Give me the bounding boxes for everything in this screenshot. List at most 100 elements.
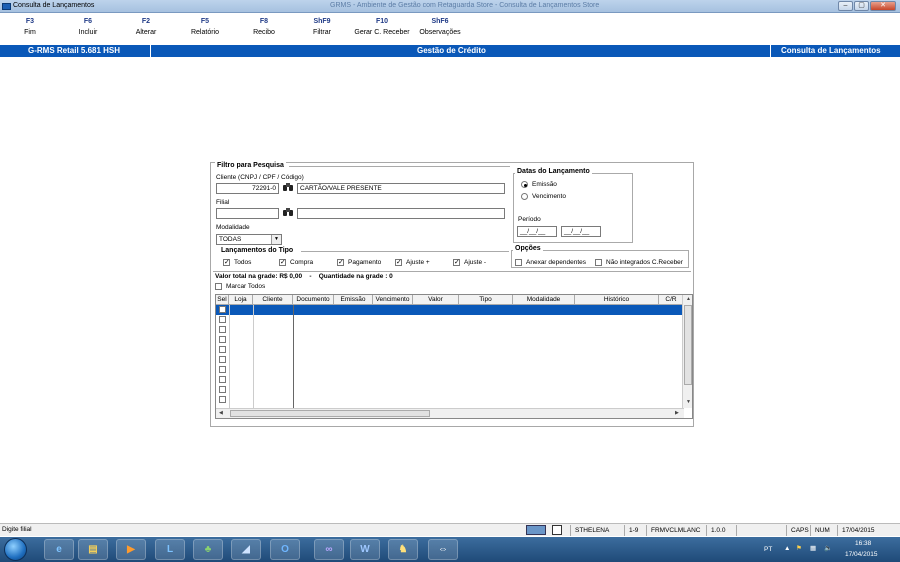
emissao-radio[interactable]: Emissão <box>521 181 557 188</box>
volume-icon[interactable]: 🔈 <box>824 544 832 552</box>
media-player-icon[interactable]: ▶ <box>116 539 146 560</box>
table-row[interactable] <box>216 325 684 335</box>
header-divider <box>770 45 771 57</box>
client-code-input[interactable]: 72291-0 <box>216 183 279 194</box>
teamviewer-icon[interactable]: ⇔ <box>428 539 458 560</box>
summary-separator: - <box>309 273 312 280</box>
scroll-right-icon[interactable]: ▶ <box>675 410 679 416</box>
gerar-c-receber-button[interactable]: F10 Gerar C. Receber <box>352 18 412 36</box>
network-icon[interactable]: ▦ <box>810 544 816 552</box>
row-checkbox[interactable] <box>219 386 226 393</box>
binoculars-icon[interactable] <box>282 208 294 218</box>
period-end-input[interactable]: __/__/__ <box>561 226 601 237</box>
checkbox-label: Todos <box>234 259 252 266</box>
lancamentos-grid[interactable]: Sel Loja Cliente Documento Emissão Venci… <box>215 294 693 419</box>
table-row[interactable] <box>216 375 684 385</box>
tipo-pagamento-checkbox[interactable]: ✓ Pagamento <box>337 259 381 266</box>
scroll-down-icon[interactable]: ▼ <box>686 399 691 405</box>
tipo-compra-checkbox[interactable]: ✓ Compra <box>279 259 313 266</box>
file-explorer-icon[interactable]: ▤ <box>78 539 108 560</box>
alterar-button[interactable]: F2 Alterar <box>116 18 176 36</box>
column-header[interactable]: Emissão <box>334 295 373 305</box>
scroll-thumb[interactable] <box>684 305 692 385</box>
action-center-flag-icon[interactable]: ⚑ <box>796 544 802 552</box>
row-checkbox[interactable] <box>219 356 226 363</box>
table-row[interactable] <box>216 395 684 405</box>
client-name-input[interactable]: CARTÃO/VALE PRESENTE <box>297 183 505 194</box>
fim-button[interactable]: F3 Fim <box>0 18 60 36</box>
row-checkbox[interactable] <box>219 326 226 333</box>
taskbar: e ▤ ▶ L ♣ ◢ O ∞ W ♞ ⇔ PT ▲ ⚑ ▦ 🔈 16:38 1… <box>0 537 900 562</box>
column-header[interactable]: Histórico <box>575 295 659 305</box>
scroll-left-icon[interactable]: ◀ <box>219 410 223 416</box>
language-indicator[interactable]: PT <box>764 546 772 553</box>
checkbox-checked-icon: ✓ <box>337 259 344 266</box>
incluir-button[interactable]: F6 Incluir <box>58 18 118 36</box>
table-row[interactable] <box>216 355 684 365</box>
section-divider <box>213 271 691 272</box>
observacoes-button[interactable]: ShF6 Observações <box>410 18 470 36</box>
maximize-icon[interactable]: ▢ <box>854 1 869 11</box>
window-app-icon[interactable]: ◢ <box>231 539 261 560</box>
marcar-todos-checkbox[interactable]: Marcar Todos <box>215 283 265 290</box>
column-header[interactable]: Loja <box>229 295 253 305</box>
outlook-icon[interactable]: O <box>270 539 300 560</box>
total-label: Valor total na grade: <box>215 273 278 280</box>
tipos-legend: Lançamentos do Tipo <box>219 247 296 254</box>
tipo-ajuste-mais-checkbox[interactable]: ✓ Ajuste + <box>395 259 430 266</box>
infinity-app-icon[interactable]: ∞ <box>314 539 344 560</box>
table-row[interactable] <box>216 335 684 345</box>
scroll-up-icon[interactable]: ▲ <box>686 296 691 302</box>
anexar-dependentes-checkbox[interactable]: Anexar dependentes <box>515 259 586 266</box>
clock-date[interactable]: 17/04/2015 <box>845 551 878 558</box>
relatorio-button[interactable]: F5 Relatório <box>175 18 235 36</box>
table-row[interactable] <box>216 385 684 395</box>
modalidade-select[interactable]: TODAS ▼ <box>216 234 282 245</box>
row-checkbox[interactable] <box>219 346 226 353</box>
period-start-input[interactable]: __/__/__ <box>517 226 557 237</box>
column-header[interactable]: Tipo <box>459 295 513 305</box>
column-header[interactable]: Vencimento <box>373 295 413 305</box>
table-row[interactable] <box>216 315 684 325</box>
column-header[interactable]: Sel <box>216 295 229 305</box>
row-checkbox[interactable] <box>219 366 226 373</box>
row-checkbox[interactable] <box>219 336 226 343</box>
word-icon[interactable]: W <box>350 539 380 560</box>
row-checkbox[interactable] <box>219 396 226 403</box>
show-hidden-icons-icon[interactable]: ▲ <box>784 545 790 552</box>
internet-explorer-icon[interactable]: e <box>44 539 74 560</box>
table-row[interactable] <box>216 345 684 355</box>
binoculars-icon[interactable] <box>282 183 294 193</box>
vertical-scrollbar[interactable]: ▲ ▼ <box>682 295 692 408</box>
chevron-down-icon[interactable]: ▼ <box>271 235 281 244</box>
app-icon[interactable]: ♣ <box>193 539 223 560</box>
filial-code-input[interactable] <box>216 208 279 219</box>
retail-app-icon[interactable]: ♞ <box>388 539 418 560</box>
minimize-icon[interactable]: – <box>838 1 853 11</box>
column-header[interactable]: Valor <box>413 295 459 305</box>
row-checkbox[interactable] <box>219 376 226 383</box>
scroll-thumb[interactable] <box>230 410 430 417</box>
row-checkbox[interactable] <box>219 306 226 313</box>
table-row[interactable] <box>216 365 684 375</box>
clock-time[interactable]: 16:38 <box>855 540 871 547</box>
column-header[interactable]: Cliente <box>253 295 293 305</box>
lync-icon[interactable]: L <box>155 539 185 560</box>
table-row[interactable] <box>216 305 684 315</box>
column-header[interactable]: C/R <box>659 295 684 305</box>
checkbox-label: Ajuste - <box>464 259 487 266</box>
start-button-icon[interactable] <box>4 538 27 561</box>
vencimento-radio[interactable]: Vencimento <box>521 193 566 200</box>
filial-name-input[interactable] <box>297 208 505 219</box>
button-label: Fim <box>24 29 36 36</box>
row-checkbox[interactable] <box>219 316 226 323</box>
close-icon[interactable]: ✕ <box>870 1 896 11</box>
column-header[interactable]: Documento <box>293 295 334 305</box>
tipo-todos-checkbox[interactable]: ✓ Todos <box>223 259 251 266</box>
horizontal-scrollbar[interactable]: ◀ ▶ <box>216 408 684 418</box>
recibo-button[interactable]: F8 Recibo <box>234 18 294 36</box>
column-header[interactable]: Modalidade <box>513 295 575 305</box>
filtrar-button[interactable]: ShF9 Filtrar <box>292 18 352 36</box>
tipo-ajuste-menos-checkbox[interactable]: ✓ Ajuste - <box>453 259 486 266</box>
nao-integrados-checkbox[interactable]: Não integrados C.Receber <box>595 259 683 266</box>
